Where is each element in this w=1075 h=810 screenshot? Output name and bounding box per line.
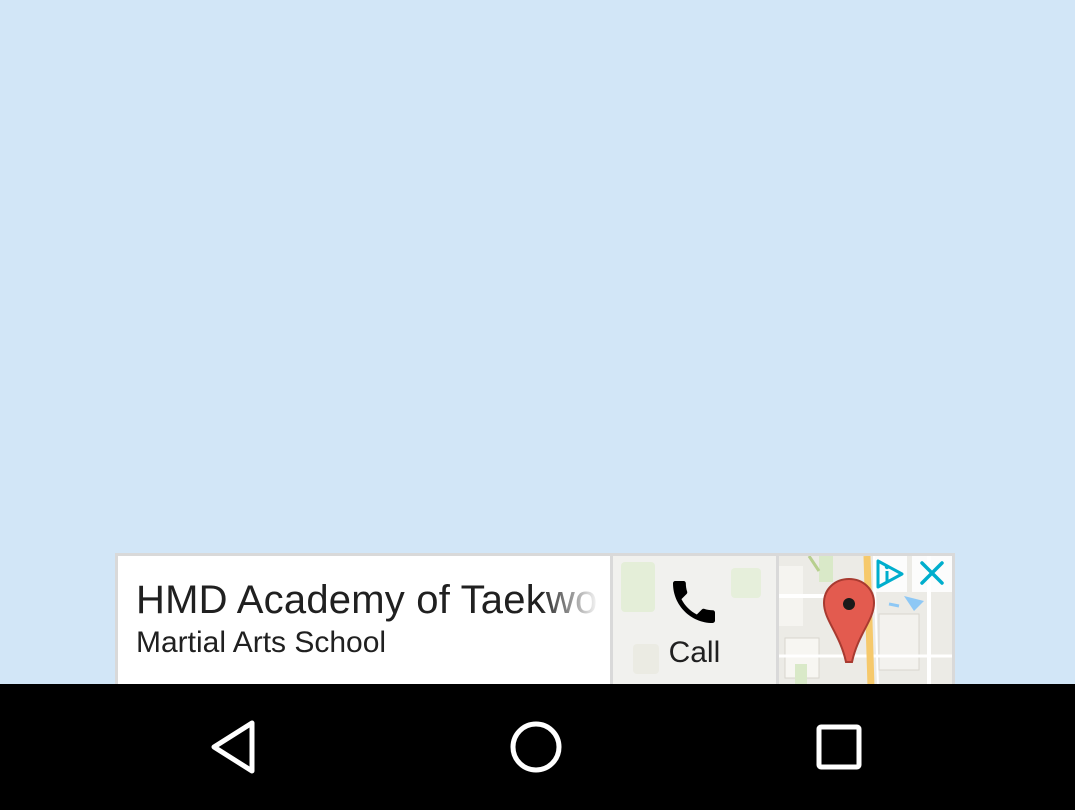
recents-icon — [816, 724, 862, 770]
close-icon — [920, 561, 944, 585]
call-bg-map-shape — [621, 562, 656, 612]
call-bg-map-shape — [731, 568, 762, 598]
ad-choices-button[interactable] — [873, 556, 907, 592]
phone-icon — [673, 581, 716, 623]
ad-subtitle: Martial Arts School — [136, 626, 387, 659]
back-icon — [211, 720, 255, 774]
ad-close-button[interactable] — [912, 556, 952, 592]
ad-title-fade — [540, 556, 611, 684]
nav-home-button[interactable] — [476, 684, 596, 810]
call-label: Call — [668, 636, 721, 669]
nav-recents-button[interactable] — [779, 684, 899, 810]
ad-choices-icon — [876, 559, 904, 589]
ad-title[interactable]: HMD Academy of Taekwondo — [136, 578, 610, 623]
ad-text-area[interactable]: HMD Academy of Taekwondo Martial Arts Sc… — [118, 556, 611, 684]
call-button[interactable]: Call — [613, 556, 776, 684]
ad-banner[interactable]: HMD Academy of Taekwondo Martial Arts Sc… — [115, 553, 955, 684]
home-icon — [510, 721, 562, 773]
ad-map-thumbnail[interactable] — [778, 556, 952, 684]
system-nav-bar — [0, 684, 1075, 810]
map-pin-icon — [822, 577, 875, 663]
nav-back-button[interactable] — [174, 684, 294, 810]
